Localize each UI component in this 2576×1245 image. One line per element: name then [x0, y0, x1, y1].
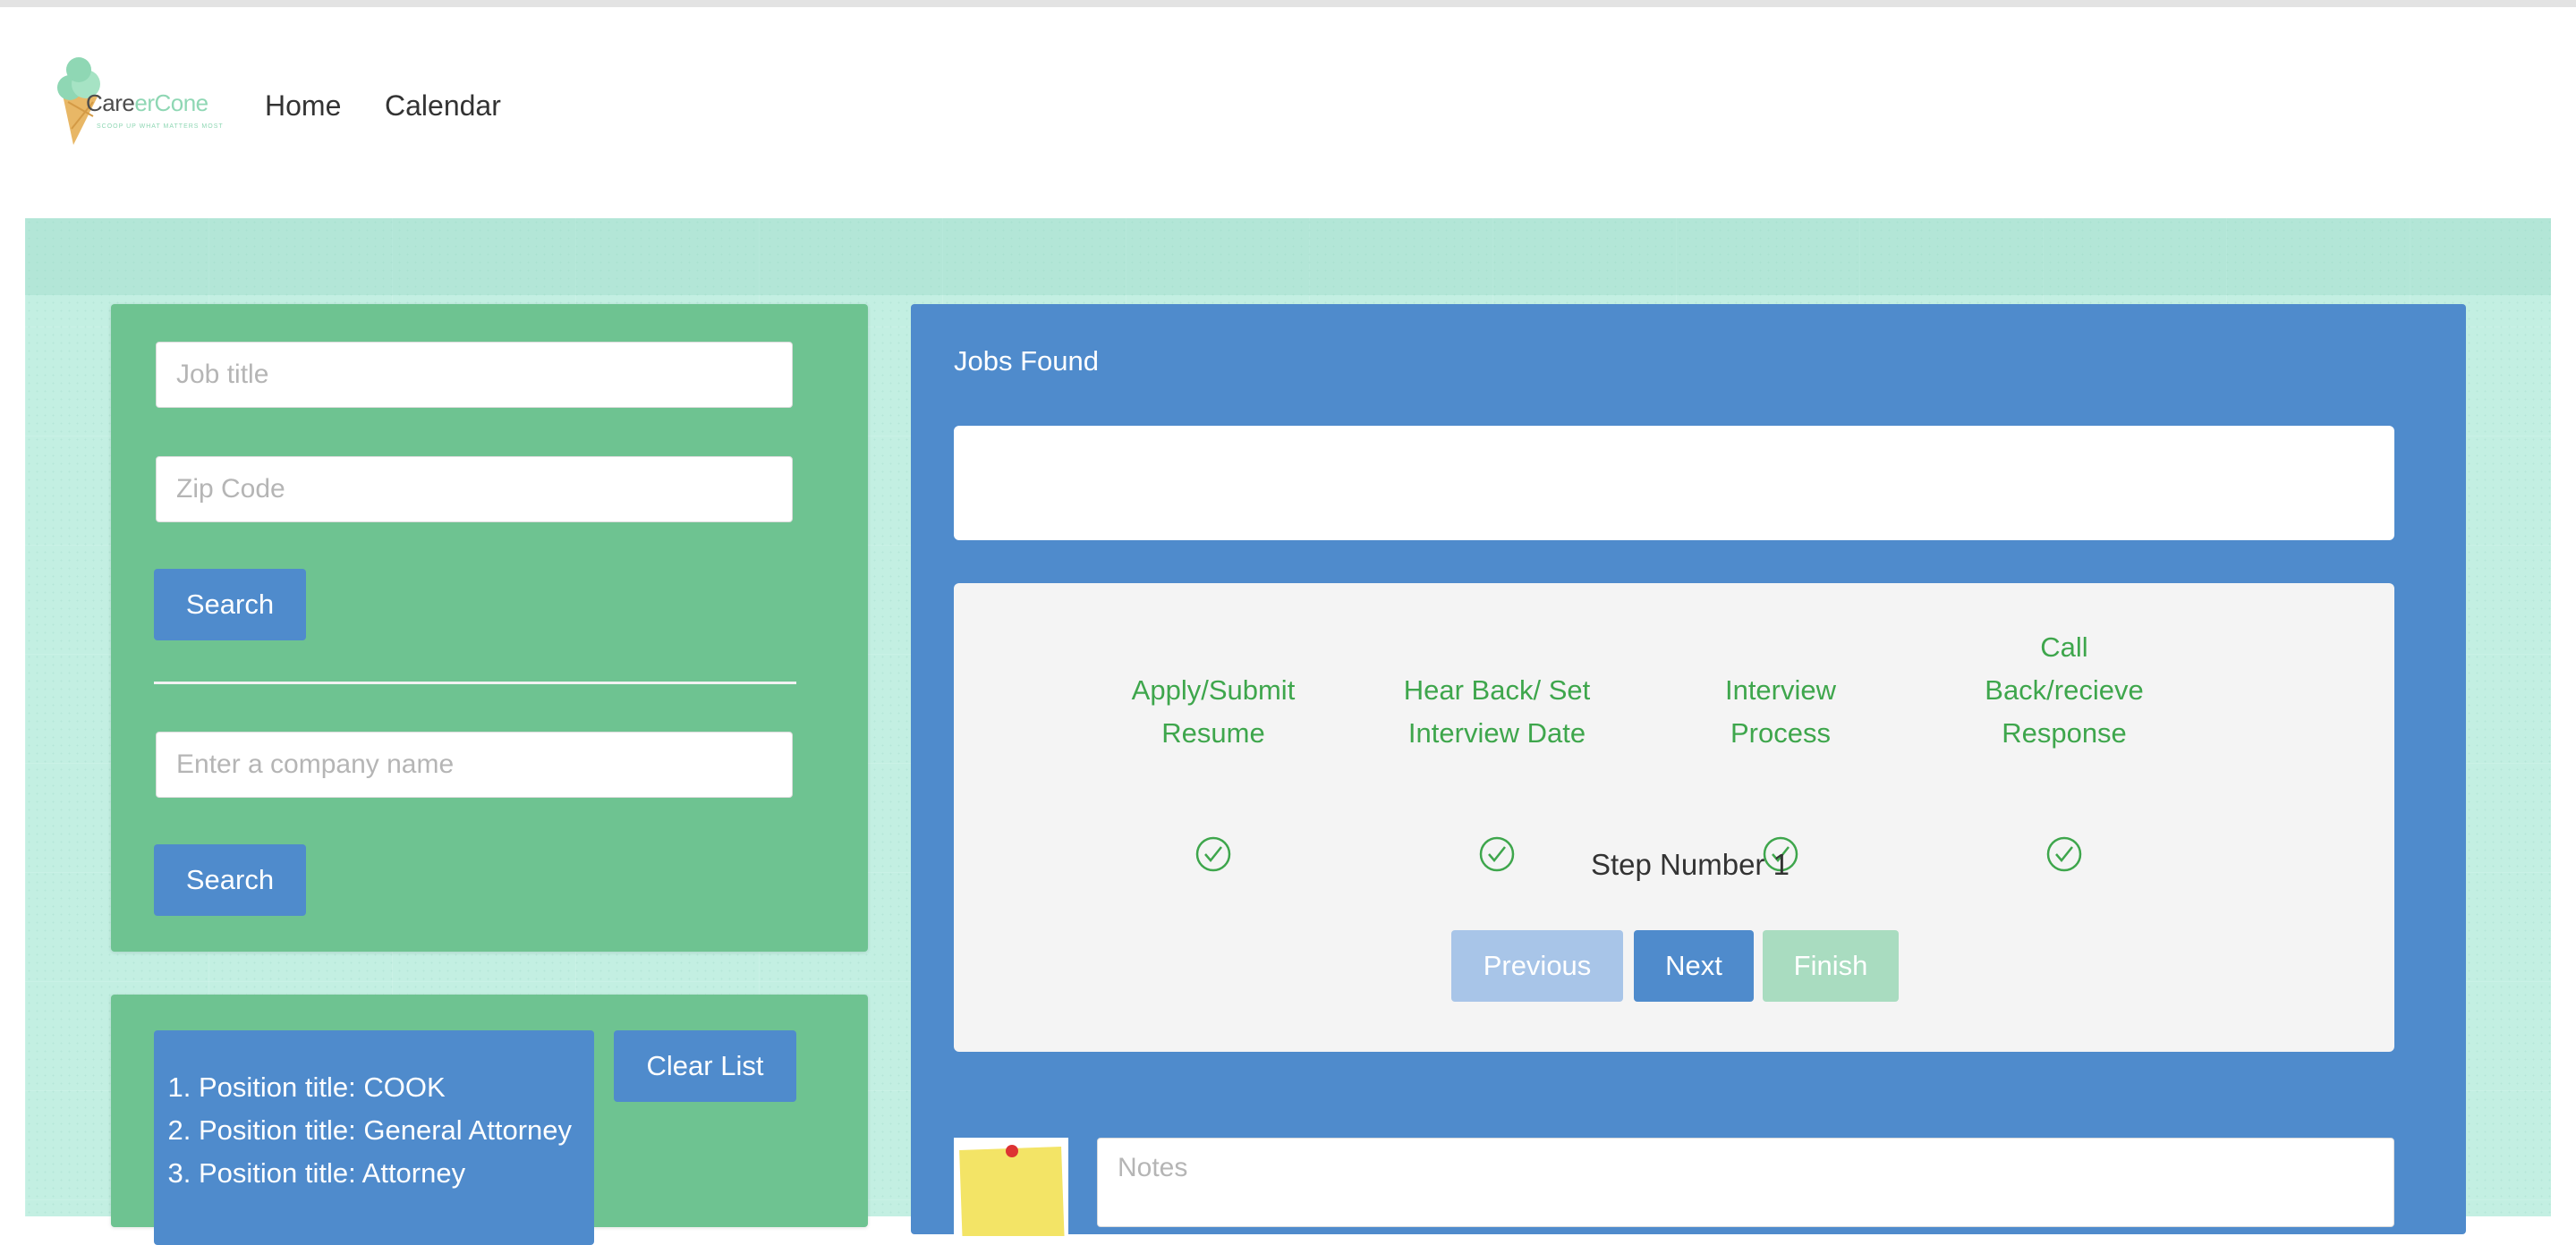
- saved-job-item[interactable]: Position title: COOK: [199, 1066, 594, 1109]
- job-search-panel: Job title Zip Code Search Enter a compan…: [111, 304, 868, 952]
- saved-job-item[interactable]: Position title: Attorney: [199, 1152, 594, 1195]
- check-circle-icon: [1195, 836, 1231, 872]
- pushpin-icon: [1006, 1145, 1018, 1157]
- careercone-logo[interactable]: CareerCone SCOOP UP WHAT MATTERS MOST: [54, 52, 223, 150]
- notes-textarea[interactable]: Notes: [1097, 1138, 2394, 1227]
- finish-button[interactable]: Finish: [1763, 930, 1899, 1002]
- step-label: Interview Process: [1724, 674, 1837, 749]
- step-apply[interactable]: Apply/Submit Resume: [1115, 669, 1312, 755]
- jobs-found-title: Jobs Found: [954, 345, 1099, 377]
- job-search-button[interactable]: Search: [154, 569, 306, 640]
- logo-text: CareerCone: [86, 89, 208, 116]
- zip-code-input[interactable]: Zip Code: [156, 456, 793, 522]
- navbar: CareerCone SCOOP UP WHAT MATTERS MOST Ho…: [0, 7, 2576, 218]
- hero-top-strip: [25, 218, 2551, 295]
- check-circle-icon: [1479, 836, 1515, 872]
- step-hear-back[interactable]: Hear Back/ Set Interview Date: [1399, 669, 1595, 755]
- step-label: Apply/Submit Resume: [1131, 674, 1296, 749]
- step-label: Hear Back/ Set Interview Date: [1403, 674, 1591, 749]
- sticky-note-icon: [954, 1138, 1068, 1236]
- job-results-box: [954, 426, 2394, 540]
- nav-calendar-link[interactable]: Calendar: [385, 89, 501, 123]
- step-call-back[interactable]: Call Back/recieve Response: [1966, 626, 2163, 755]
- clear-list-button[interactable]: Clear List: [614, 1030, 796, 1102]
- step-interview[interactable]: Interview Process: [1682, 669, 1879, 755]
- saved-jobs-list: Position title: COOK Position title: Gen…: [154, 1030, 594, 1245]
- job-title-input[interactable]: Job title: [156, 342, 793, 408]
- jobs-found-panel: Jobs Found Apply/Submit Resume Hear Back…: [911, 304, 2466, 1236]
- search-divider: [154, 682, 796, 684]
- application-steps-wizard: Apply/Submit Resume Hear Back/ Set Inter…: [954, 583, 2394, 1052]
- next-button[interactable]: Next: [1634, 930, 1754, 1002]
- check-circle-icon: [2046, 836, 2082, 872]
- company-search-button[interactable]: Search: [154, 844, 306, 916]
- saved-job-item[interactable]: Position title: General Attorney: [199, 1109, 594, 1152]
- company-name-input[interactable]: Enter a company name: [156, 732, 793, 798]
- sticky-note-paper: [959, 1147, 1065, 1236]
- previous-button[interactable]: Previous: [1451, 930, 1623, 1002]
- window-top-border: [0, 0, 2576, 7]
- step-label: Call Back/recieve Response: [1985, 631, 2144, 749]
- saved-jobs-panel: Position title: COOK Position title: Gen…: [111, 995, 868, 1245]
- nav-home-link[interactable]: Home: [265, 89, 341, 123]
- logo-tagline: SCOOP UP WHAT MATTERS MOST: [97, 123, 224, 130]
- step-number-label: Step Number 1: [1591, 848, 1790, 881]
